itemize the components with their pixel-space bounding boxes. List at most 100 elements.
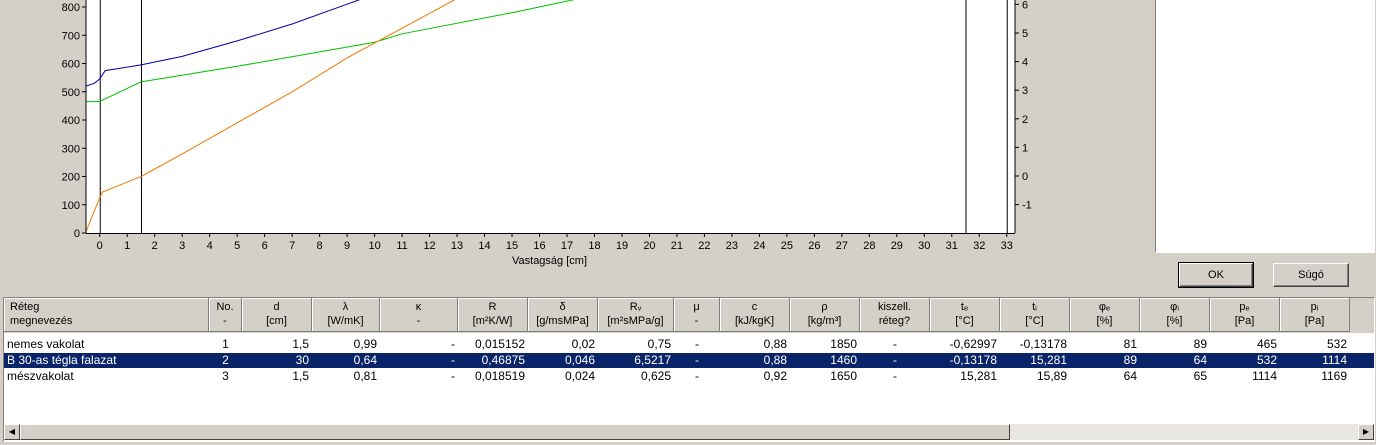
x-tick-label-10: 10 [368,240,380,252]
left-tick-label-6: 600 [62,59,80,71]
table-cell: 1850 [830,337,857,351]
table-cell: 1650 [830,369,857,383]
x-tick-label-4: 4 [207,240,213,252]
table-cell: 532 [1326,337,1347,351]
x-tick-label-29: 29 [891,240,903,252]
column-header-1[interactable]: No. - [209,298,242,332]
column-header-title: No. [216,301,234,313]
column-header-title: κ [415,301,422,313]
column-header-unit: [%] [1096,315,1113,327]
table-cell: 0,625 [640,369,671,383]
table-cell: - [893,337,897,351]
column-header-9[interactable]: c [kJ/kgK] [720,298,790,332]
column-header-6[interactable]: δ [g/msMPa] [528,298,598,332]
left-tick-label-8: 800 [62,2,80,14]
left-tick-label-1: 100 [62,200,80,212]
right-tick-label-3: 2 [1022,114,1028,126]
table-cell: - [451,337,455,351]
help-button[interactable]: Súgó [1273,263,1349,287]
column-header-unit: [Pa] [1304,315,1325,327]
table-cell: - [695,369,699,383]
table-cell: 0,46875 [481,353,525,367]
column-header-3[interactable]: λ [W/mK] [312,298,380,332]
column-header-2[interactable]: d [cm] [242,298,312,332]
table-cell: 15,281 [1030,353,1067,367]
x-tick-label-9: 9 [344,240,350,252]
right-panel: OK Súgó [1152,0,1376,296]
table-cell: 6,5217 [634,353,671,367]
scroll-right-button[interactable]: ▶ [1358,424,1374,440]
column-header-15[interactable]: φᵢ [%] [1140,298,1210,332]
column-header-unit: [g/msMPa] [536,315,589,327]
column-header-16[interactable]: pₑ [Pa] [1210,298,1280,332]
x-tick-label-32: 32 [973,240,985,252]
table-row[interactable]: nemes vakolat 1 1,5 0,99-0,015152 0,02 0,75-0… [4,337,1374,352]
x-tick-label-30: 30 [918,240,930,252]
column-header-unit: [°C] [1025,315,1044,327]
table-cell: 0,88 [763,353,787,367]
table-cell: 1460 [830,353,857,367]
x-tick-label-19: 19 [616,240,628,252]
table-cell: 1 [222,337,229,351]
column-header-title: d [273,301,280,313]
table-cell: 0,024 [564,369,595,383]
scroll-left-button[interactable]: ◀ [4,424,20,440]
table-cell: 2 [222,353,229,367]
column-header-title: λ [342,301,349,313]
column-header-12[interactable]: tₑ [°C] [930,298,1000,332]
x-tick-label-6: 6 [262,240,268,252]
column-header-title: c [751,301,758,313]
x-tick-label-2: 2 [152,240,158,252]
left-tick-label-7: 700 [62,30,80,42]
table-cell: nemes vakolat [7,337,85,351]
right-tick-label-4: 3 [1022,85,1028,97]
right-tick-label-0: -1 [1022,200,1032,212]
x-tick-label-23: 23 [726,240,738,252]
x-tick-label-25: 25 [781,240,793,252]
column-header-5[interactable]: R [m²K/W] [458,298,528,332]
table-cell: 0,92 [763,369,787,383]
x-tick-label-3: 3 [179,240,185,252]
column-header-unit: [W/mK] [327,315,364,327]
column-header-8[interactable]: μ- [674,298,720,332]
column-header-4[interactable]: κ- [380,298,458,332]
column-header-14[interactable]: φₑ [%] [1070,298,1140,332]
column-header-title: δ [559,301,566,313]
table-cell: 64 [1123,369,1137,383]
x-tick-label-7: 7 [289,240,295,252]
column-header-title: μ [693,301,700,313]
chart-area: 0 100 200 300 400 500 600 700 800 -1 0 1 2 3 4 5 6 0 1 2 3 4 5… [0,0,1152,292]
left-tick-label-3: 300 [62,143,80,155]
column-header-unit: - [223,315,227,327]
column-header-unit: - [416,315,421,327]
column-header-13[interactable]: tᵢ [°C] [1000,298,1070,332]
column-header-title: tₑ [960,301,969,313]
table-cell: - [451,353,455,367]
x-tick-label-33: 33 [1001,240,1013,252]
left-tick-label-5: 500 [62,87,80,99]
table-row[interactable]: mészvakolat 3 1,5 0,81 - 0,018519 0,024 0,625 - 0… [4,369,1374,384]
column-header-title: φₑ [1098,301,1111,313]
table-cell: 465 [1256,337,1277,351]
scroll-thumb[interactable] [20,424,1010,440]
layers-table: Réteg megnevezés No. - d [cm] λ [W/mK] κ - R [m²K/W… [3,297,1375,442]
column-header-10[interactable]: ρ [kg/m³] [790,298,860,332]
column-header-11[interactable]: kiszell. réteg? [860,298,930,332]
column-header-title: Réteg [10,301,40,313]
column-header-title: pᵢ [1310,301,1319,313]
ok-button[interactable]: OK [1178,262,1254,288]
x-tick-label-11: 11 [396,240,407,252]
column-header-17[interactable]: pᵢ [Pa] [1280,298,1350,332]
right-tick-label-5: 4 [1022,57,1028,69]
horizontal-scrollbar[interactable]: ◀ ▶ [4,424,1374,440]
table-row[interactable]: B 30-as tégla falazat 2 30 0,64 - 0,46875 0,04… [4,353,1374,368]
column-header-7[interactable]: Rᵥ [m²sMPa/g] [598,298,674,332]
x-tick-label-15: 15 [506,240,518,252]
x-tick-label-18: 18 [588,240,600,252]
column-header-0[interactable]: Réteg megnevezés [4,298,209,332]
table-cell: -0,62997 [949,337,997,351]
x-tick-label-12: 12 [423,240,435,252]
table-cell: 0,75 [647,337,671,351]
table-cell: 89 [1193,337,1207,351]
x-tick-label-14: 14 [478,240,490,252]
